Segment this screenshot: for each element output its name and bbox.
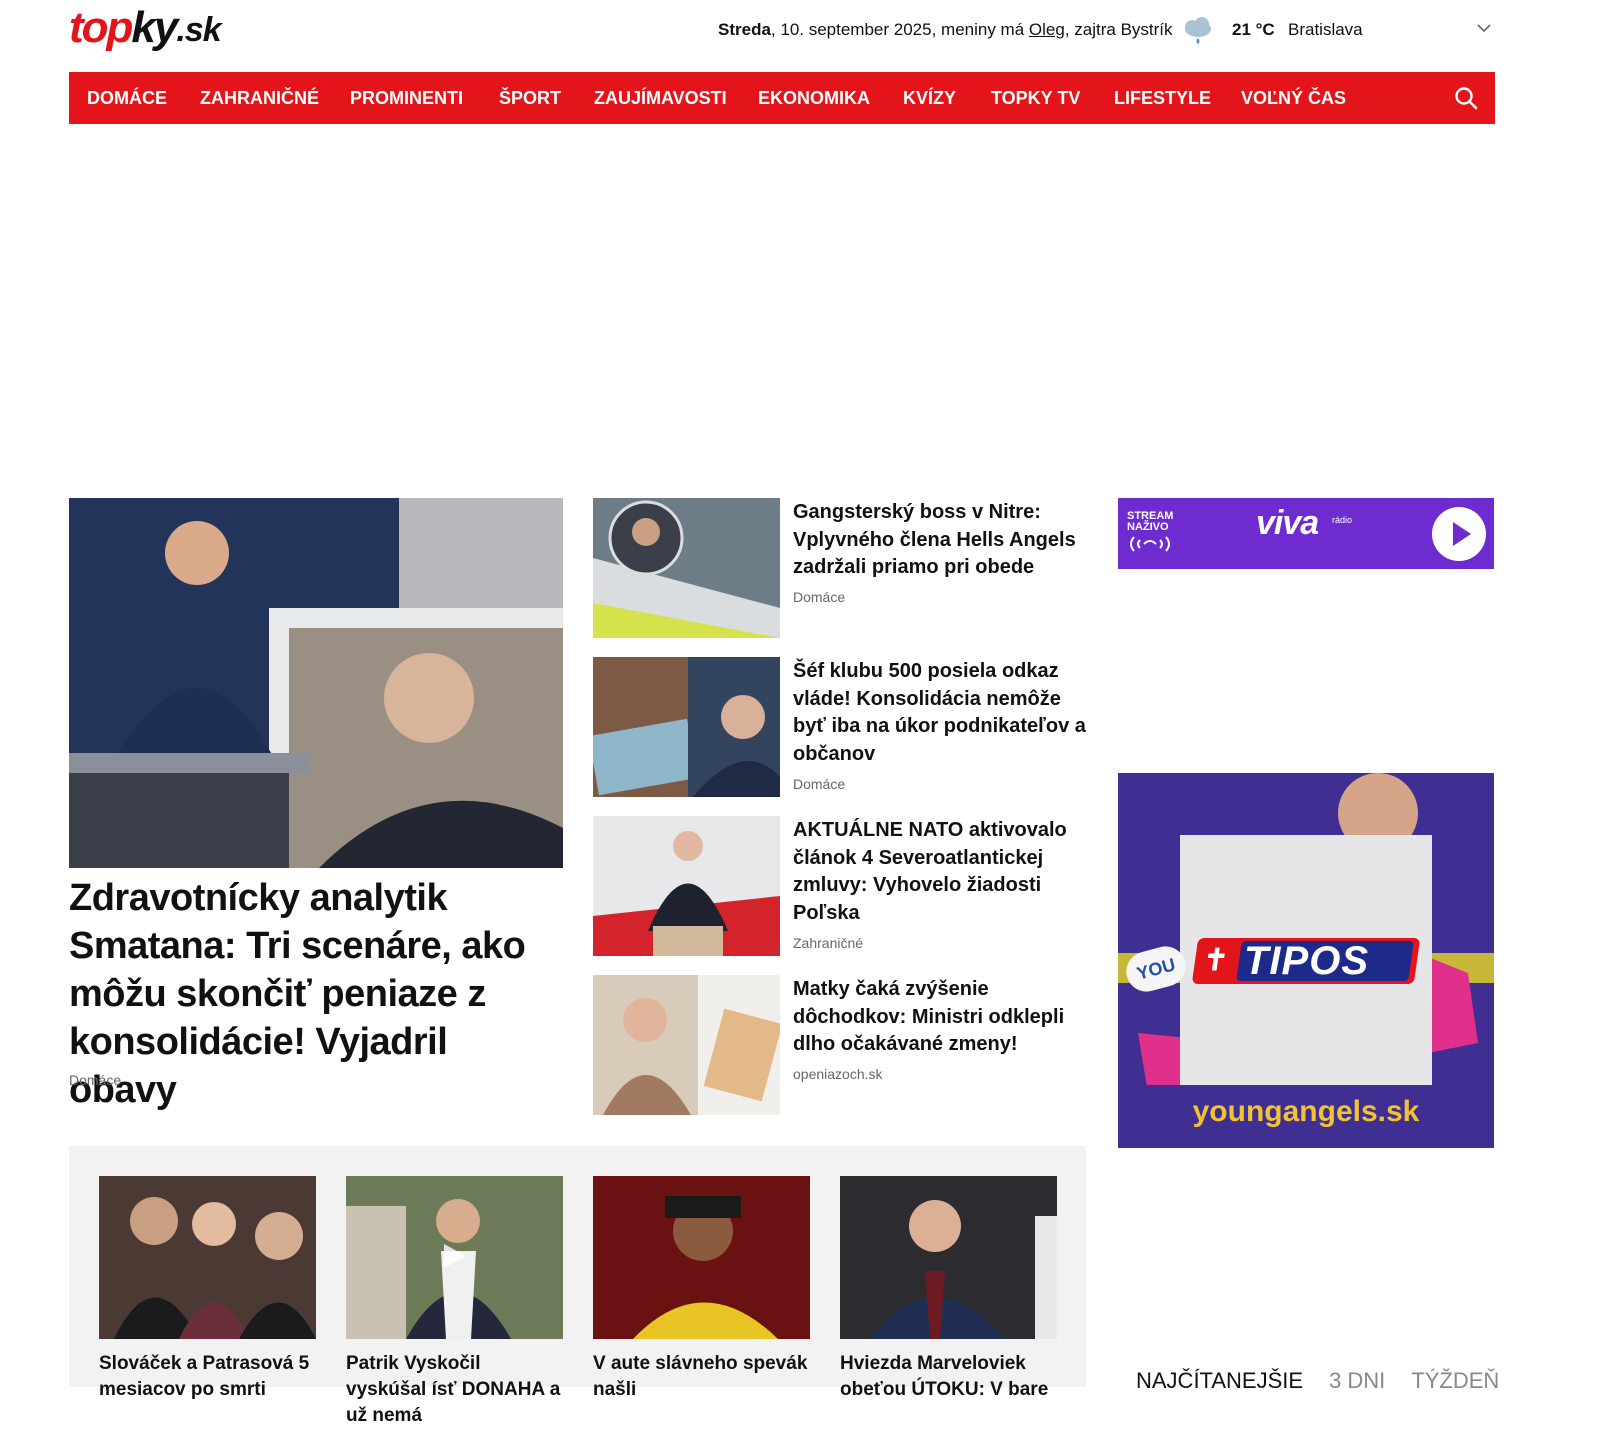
strip-article-title[interactable]: Slováček a Patrasová 5 mesiacov po smrti: [99, 1351, 316, 1403]
tipos-figure-icon: ✝: [1200, 944, 1231, 977]
side-image-art-2: [593, 657, 780, 797]
side-image-art-4: [593, 975, 780, 1115]
side-article-title[interactable]: Šéf klubu 500 posiela odkaz vláde! Konso…: [793, 658, 1093, 768]
main-nav: DOMÁCE ZAHRANIČNÉ PROMINENTI ŠPORT ZAUJÍ…: [69, 72, 1495, 124]
nav-item-kvizy[interactable]: KVÍZY: [903, 72, 956, 124]
side-article-category[interactable]: Zahraničné: [793, 935, 863, 951]
logo-top: top: [69, 3, 133, 52]
side-article-title[interactable]: AKTUÁLNE NATO aktivovalo článok 4 Severo…: [793, 817, 1093, 927]
viva-logo: viva: [1256, 504, 1319, 542]
chevron-down-icon[interactable]: [1476, 22, 1492, 34]
nav-item-lifestyle[interactable]: LIFESTYLE: [1114, 72, 1211, 124]
most-read-tabs: NAJČÍTANEJŠIE 3 DNI TÝŽDEŇ: [1136, 1368, 1525, 1394]
strip-article-image[interactable]: [99, 1176, 316, 1339]
side-image-art-3: [593, 816, 780, 956]
weather-city[interactable]: Bratislava: [1288, 20, 1363, 40]
date-nameday-line: Streda, 10. september 2025, meniny má Ol…: [718, 20, 1173, 40]
weekday: Streda: [718, 20, 771, 39]
strip-image-art-1: [99, 1176, 316, 1339]
side-article-image[interactable]: [593, 975, 780, 1115]
nav-item-domace[interactable]: DOMÁCE: [87, 72, 167, 124]
side-article-title[interactable]: Gangsterský boss v Nitre: Vplyvného člen…: [793, 499, 1093, 582]
site-logo[interactable]: top ky .sk: [69, 3, 222, 52]
nav-item-sport[interactable]: ŠPORT: [499, 72, 561, 124]
tab-najcitanejsie[interactable]: NAJČÍTANEJŠIE: [1136, 1368, 1303, 1393]
side-article-title[interactable]: Matky čaká zvýšenie dôchodkov: Ministri …: [793, 976, 1093, 1059]
youngangels-url: youngangels.sk: [1192, 1095, 1420, 1128]
broadcast-icon: [1130, 536, 1170, 552]
viva-radio-label: rádio: [1332, 515, 1353, 525]
side-article-image[interactable]: [593, 498, 780, 638]
side-image-art-1: [593, 498, 780, 638]
logo-sk: .sk: [176, 11, 221, 49]
nav-item-zaujimavosti[interactable]: ZAUJÍMAVOSTI: [594, 72, 727, 124]
nav-item-topky-tv[interactable]: TOPKY TV: [991, 72, 1080, 124]
viva-radio-banner[interactable]: STREAM NAŽIVO viva rádio: [1118, 498, 1494, 569]
strip-image-art-3: [593, 1176, 810, 1339]
strip-article-title[interactable]: V aute slávneho spevák našli: [593, 1351, 810, 1403]
tipos-logo-text: TIPOS: [1244, 939, 1370, 983]
viva-live-label: NAŽIVO: [1127, 521, 1169, 533]
lead-article-category[interactable]: Domáce: [69, 1072, 121, 1088]
tab-3-dni[interactable]: 3 DNI: [1329, 1368, 1385, 1393]
date-text: , 10. september 2025, meniny má: [770, 20, 1029, 39]
strip-article-title[interactable]: Hviezda Marveloviek obeťou ÚTOKU: V bare: [840, 1351, 1057, 1403]
strip-article-title[interactable]: Patrik Vyskočil vyskúšal ísť DONAHA a už…: [346, 1351, 563, 1429]
lead-article-title[interactable]: Zdravotnícky analytik Smatana: Tri scená…: [69, 874, 559, 1114]
strip-article-image[interactable]: [593, 1176, 810, 1339]
strip-article-image[interactable]: [346, 1176, 563, 1339]
lead-image-art: [69, 498, 563, 868]
tab-tyzden[interactable]: TÝŽDEŇ: [1411, 1368, 1499, 1393]
strip-image-art-4: [840, 1176, 1057, 1339]
lead-article-image[interactable]: [69, 498, 563, 868]
play-icon[interactable]: [1431, 506, 1487, 562]
temperature: 21 °C: [1232, 20, 1275, 39]
nav-item-prominenti[interactable]: PROMINENTI: [350, 72, 463, 124]
prominenti-strip: Slováček a Patrasová 5 mesiacov po smrti…: [69, 1146, 1086, 1426]
nav-item-zahranicne[interactable]: ZAHRANIČNÉ: [200, 72, 319, 124]
rain-cloud-icon: [1185, 17, 1211, 44]
tipos-youngangels-ad[interactable]: YOU ✝ TIPOS youngangels.sk: [1118, 773, 1494, 1148]
side-article-category[interactable]: openiazoch.sk: [793, 1066, 883, 1082]
logo-ky: ky: [131, 3, 178, 52]
side-article-image[interactable]: [593, 816, 780, 956]
strip-article-image[interactable]: [840, 1176, 1057, 1339]
side-article-category[interactable]: Domáce: [793, 589, 845, 605]
strip-image-art-2: [346, 1176, 563, 1339]
nav-item-ekonomika[interactable]: EKONOMIKA: [758, 72, 870, 124]
nav-item-volny-cas[interactable]: VOĽNÝ ČAS: [1241, 72, 1346, 124]
side-article-category[interactable]: Domáce: [793, 776, 845, 792]
search-icon[interactable]: [1453, 85, 1479, 111]
nameday-link[interactable]: Oleg: [1029, 20, 1065, 39]
tomorrow-nameday: , zajtra Bystrík: [1064, 20, 1173, 39]
side-article-image[interactable]: [593, 657, 780, 797]
